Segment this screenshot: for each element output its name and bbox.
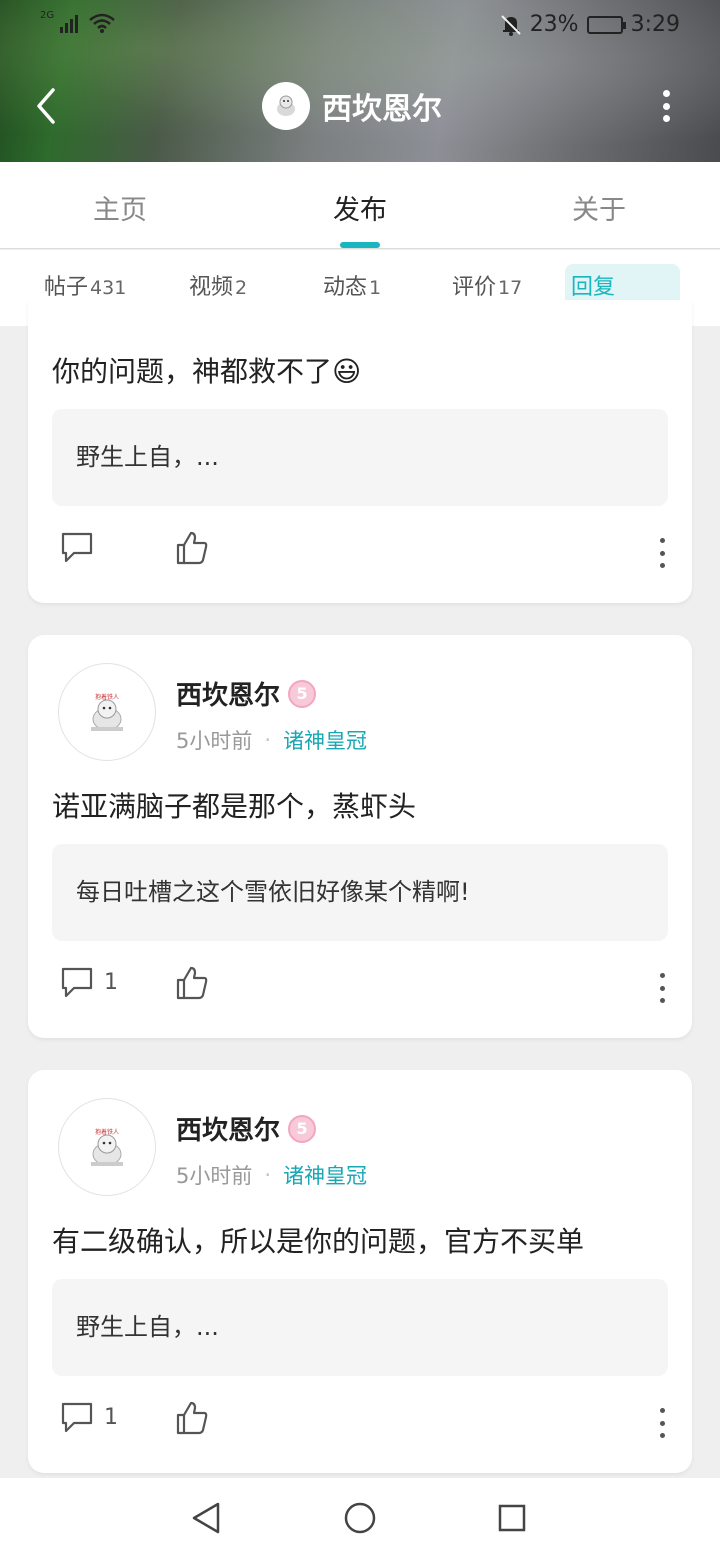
like-button[interactable]	[174, 1400, 210, 1440]
nav-recents-button[interactable]	[492, 1498, 532, 1538]
group-link[interactable]: 诸神皇冠	[283, 725, 367, 755]
reply-actions: 1	[28, 1400, 692, 1450]
avatar-image: 抱着铁人	[91, 693, 123, 731]
level-badge: 5	[288, 679, 317, 708]
tab-about[interactable]: 关于	[572, 188, 626, 227]
author-name[interactable]: 西坎恩尔	[176, 675, 280, 712]
like-button[interactable]	[174, 965, 210, 1005]
subtab-count: 1	[369, 277, 382, 299]
subtab-count: 431	[90, 277, 127, 299]
reply-card[interactable]: 抱着铁人 西坎恩尔 5 5小时前 · 诸神皇冠 诺亚满脑子都是那个，蒸虾头 每日…	[28, 635, 692, 1038]
more-dot-icon	[659, 998, 665, 1003]
circle-home-icon	[344, 1502, 376, 1534]
post-meta: 5小时前 · 诸神皇冠	[176, 1160, 367, 1190]
more-dot-icon	[659, 985, 665, 991]
more-options-button[interactable]	[652, 86, 680, 126]
more-dot-icon	[659, 1408, 665, 1413]
subtab-label: 评价	[452, 275, 497, 300]
status-left: 2G	[40, 9, 116, 34]
post-time: 5小时前	[176, 1164, 253, 1188]
reply-card[interactable]: 抱着铁人 西坎恩尔 5 5小时前 · 诸神皇冠 有二级确认，所以是你的问题，官方…	[28, 1070, 692, 1473]
comment-icon	[61, 967, 93, 998]
level-badge: 5	[288, 1114, 317, 1143]
header-title-group: 西坎恩尔	[262, 82, 442, 130]
system-nav-bar	[0, 1478, 720, 1560]
post-meta: 5小时前 · 诸神皇冠	[176, 725, 367, 755]
comment-button[interactable]	[60, 530, 104, 564]
quoted-post[interactable]: 野生上自，...	[52, 409, 668, 506]
comment-button[interactable]: 1	[60, 1400, 118, 1434]
author-name-row: 西坎恩尔 5	[176, 675, 317, 712]
reply-content: 诺亚满脑子都是那个，蒸虾头	[52, 790, 417, 823]
author-name-row: 西坎恩尔 5	[176, 1110, 317, 1147]
subtab-label: 帖子	[44, 275, 89, 300]
nav-back-button[interactable]	[186, 1498, 226, 1538]
comment-icon	[61, 1402, 93, 1433]
mute-bell-icon	[500, 14, 521, 36]
subtab-label: 视频	[189, 275, 234, 300]
back-arrow-icon	[37, 88, 55, 124]
more-dot-icon	[662, 102, 670, 110]
comment-icon	[61, 532, 93, 563]
signal-icon	[60, 15, 79, 33]
thumbs-up-icon	[176, 966, 208, 1000]
nav-home-button[interactable]	[340, 1498, 380, 1538]
page-title: 西坎恩尔	[322, 92, 442, 127]
reply-card[interactable]: 你的问题，神都救不了😃 野生上自，...	[28, 300, 692, 603]
author-avatar[interactable]: 抱着铁人	[58, 663, 156, 761]
square-recents-icon	[498, 1504, 526, 1532]
group-link[interactable]: 诸神皇冠	[283, 1160, 367, 1190]
author-avatar[interactable]: 抱着铁人	[58, 1098, 156, 1196]
network-type: 2G	[40, 9, 55, 21]
more-dot-icon	[659, 538, 665, 543]
more-dot-icon	[662, 90, 670, 97]
clock: 3:29	[630, 12, 680, 37]
avatar-image: 抱着铁人	[91, 1128, 123, 1166]
like-button[interactable]	[174, 530, 210, 570]
header-avatar[interactable]	[262, 82, 310, 130]
status-right: 23% 3:29	[500, 12, 680, 37]
author-name[interactable]: 西坎恩尔	[176, 1110, 280, 1147]
tab-home[interactable]: 主页	[93, 188, 147, 227]
meta-separator: ·	[264, 1163, 272, 1187]
back-button[interactable]	[26, 82, 66, 130]
reply-more-button[interactable]	[658, 973, 666, 1003]
top-bar: 西坎恩尔	[0, 70, 720, 142]
comment-button[interactable]: 1	[60, 965, 118, 999]
more-dot-icon	[659, 550, 665, 556]
meta-separator: ·	[264, 728, 272, 752]
thumbs-up-icon	[176, 1401, 208, 1435]
quoted-post[interactable]: 每日吐槽之这个雪依旧好像某个精啊!	[52, 844, 668, 941]
subtab-label: 动态	[323, 275, 368, 300]
reply-actions: 1	[28, 965, 692, 1015]
more-dot-icon	[659, 1420, 665, 1426]
main-tabs: 主页 发布 关于	[0, 162, 720, 249]
more-dot-icon	[659, 563, 665, 568]
profile-header: 2G 23% 3:29 西坎恩尔	[0, 0, 720, 162]
thumbs-up-icon	[176, 531, 208, 565]
triangle-back-icon	[192, 1502, 220, 1534]
reply-content: 有二级确认，所以是你的问题，官方不买单	[52, 1225, 585, 1258]
more-dot-icon	[659, 973, 665, 978]
status-bar: 2G 23% 3:29	[0, 0, 720, 52]
post-time: 5小时前	[176, 729, 253, 753]
reply-content: 你的问题，神都救不了😃	[52, 355, 362, 388]
active-tab-indicator	[340, 242, 380, 248]
battery-percent: 23%	[529, 12, 579, 37]
comment-count: 1	[104, 1404, 118, 1430]
tab-posts[interactable]: 发布	[333, 188, 387, 227]
reply-more-button[interactable]	[658, 538, 666, 568]
more-dot-icon	[659, 1433, 665, 1438]
subtab-label: 回复	[571, 275, 616, 300]
avatar-image	[277, 95, 295, 116]
reply-more-button[interactable]	[658, 1408, 666, 1438]
subtab-count: 2	[235, 277, 248, 299]
subtab-count: 17	[498, 277, 523, 299]
quoted-post[interactable]: 野生上自，...	[52, 1279, 668, 1376]
comment-count: 1	[104, 969, 118, 995]
reply-actions	[28, 530, 692, 580]
more-dot-icon	[662, 115, 670, 122]
battery-icon	[586, 15, 626, 34]
wifi-icon	[89, 13, 115, 33]
